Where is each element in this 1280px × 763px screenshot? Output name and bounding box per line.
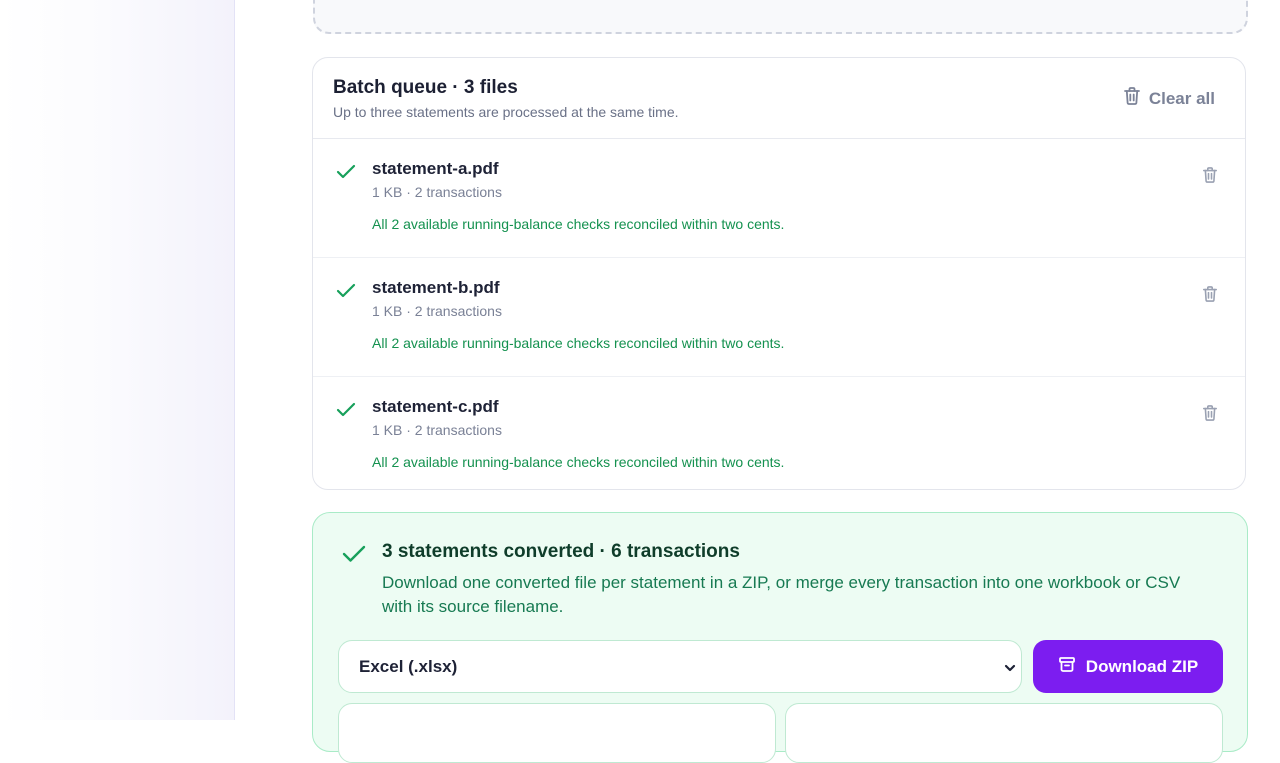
file-name: statement-a.pdf (372, 159, 499, 178)
conversion-result-card: 3 statements converted · 6 transactions … (312, 512, 1248, 763)
file-meta: 1 KB · 2 transactions (372, 303, 502, 319)
remove-file-button[interactable] (1202, 285, 1218, 308)
file-name: statement-b.pdf (372, 278, 500, 297)
file-status: All 2 available running-balance checks r… (372, 335, 785, 351)
batch-queue-card: Batch queue · 3 files Up to three statem… (312, 57, 1246, 490)
upload-dropzone[interactable] (313, 0, 1248, 34)
check-icon (335, 163, 357, 186)
sidebar-background (0, 0, 235, 720)
file-status: All 2 available running-balance checks r… (372, 454, 785, 470)
remove-file-button[interactable] (1202, 404, 1218, 427)
trash-icon (1202, 405, 1218, 421)
download-zip-label: Download ZIP (1085, 656, 1199, 676)
file-row: statement-c.pdf 1 KB · 2 transactions Al… (313, 377, 1245, 489)
batch-queue-title: Batch queue · 3 files (333, 77, 518, 98)
batch-queue-subtitle: Up to three statements are processed at … (333, 104, 679, 120)
trash-icon (1123, 86, 1141, 111)
file-row: statement-b.pdf 1 KB · 2 transactions Al… (313, 258, 1245, 377)
archive-icon (1058, 655, 1076, 678)
merge-option-box[interactable] (785, 703, 1223, 763)
format-select[interactable]: Excel (.xlsx) (338, 640, 1022, 693)
file-meta: 1 KB · 2 transactions (372, 422, 502, 438)
clear-all-button[interactable]: Clear all (1123, 86, 1215, 111)
chevron-down-icon (1003, 660, 1017, 680)
file-status: All 2 available running-balance checks r… (372, 216, 785, 232)
batch-queue-header: Batch queue · 3 files Up to three statem… (313, 58, 1245, 139)
trash-icon (1202, 286, 1218, 302)
result-description: Download one converted file per statemen… (382, 573, 1181, 616)
format-select-value: Excel (.xlsx) (359, 656, 458, 676)
trash-icon (1202, 167, 1218, 183)
file-meta: 1 KB · 2 transactions (372, 184, 502, 200)
file-row: statement-a.pdf 1 KB · 2 transactions Al… (313, 139, 1245, 258)
download-zip-button[interactable]: Download ZIP (1033, 640, 1223, 693)
remove-file-button[interactable] (1202, 166, 1218, 189)
result-title: 3 statements converted · 6 transactions (382, 541, 740, 562)
merge-option-box[interactable] (338, 703, 776, 763)
check-icon (335, 282, 357, 305)
check-icon (335, 401, 357, 424)
file-name: statement-c.pdf (372, 397, 499, 416)
clear-all-label: Clear all (1148, 88, 1215, 108)
check-icon (341, 543, 367, 570)
